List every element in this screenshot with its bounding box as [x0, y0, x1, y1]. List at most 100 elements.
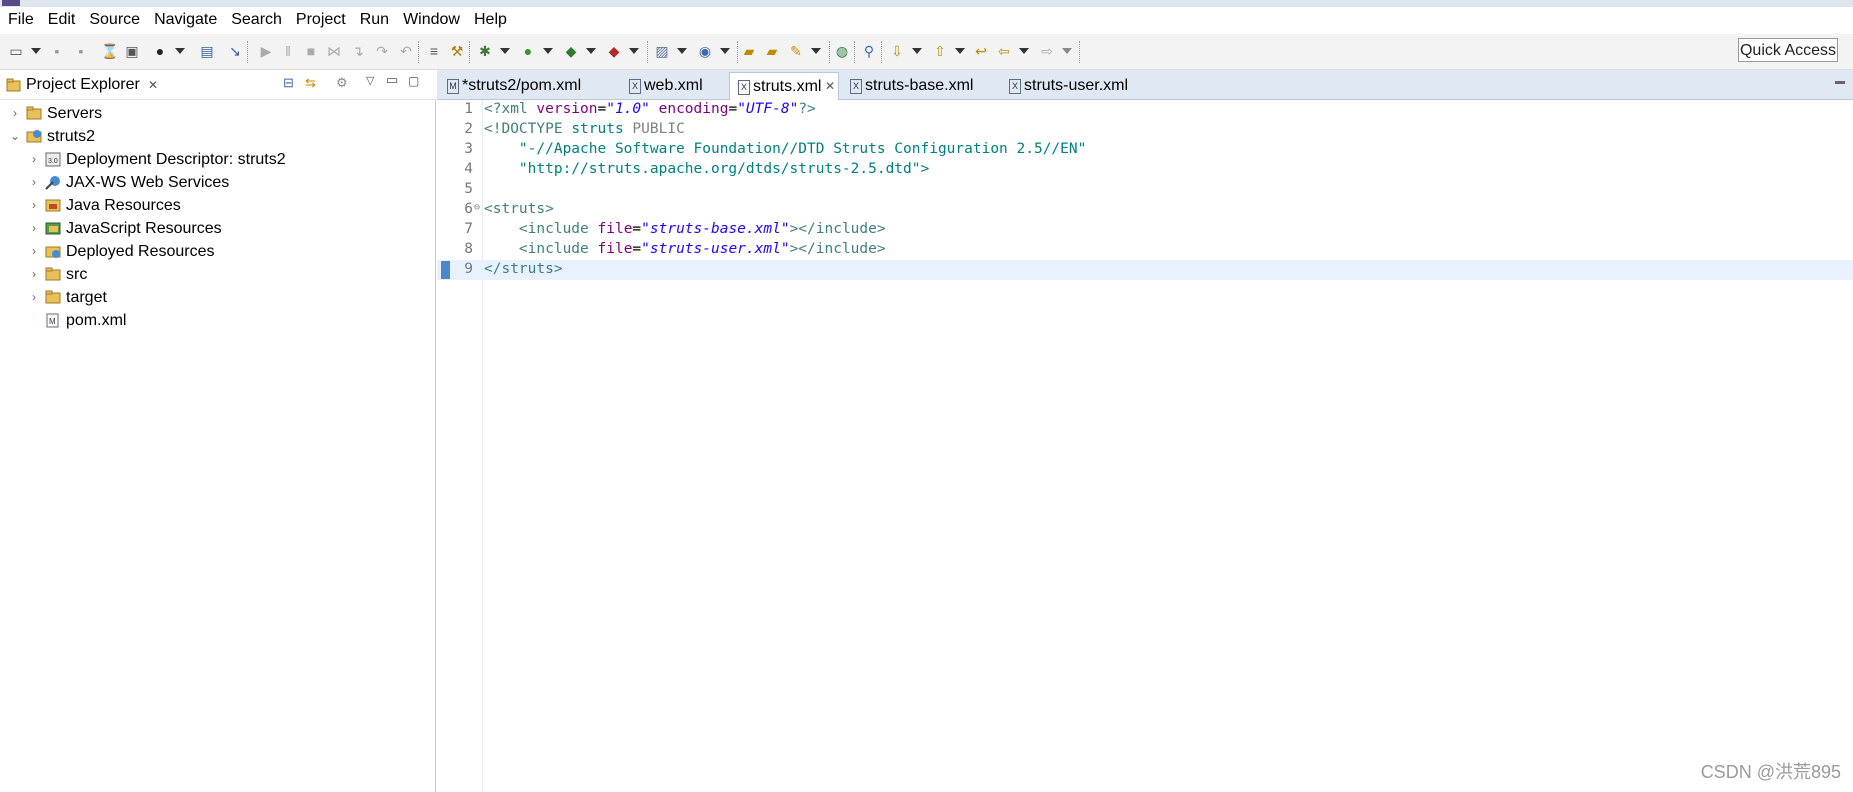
chevron-right-icon[interactable]: › [28, 175, 40, 189]
tree-item-label: src [66, 266, 88, 283]
coverage-dropdown-icon[interactable] [629, 48, 639, 54]
skip-breakpoints-icon[interactable]: ↘ [227, 43, 243, 59]
open-task-icon[interactable]: ✎ [788, 43, 804, 59]
filter-icon[interactable]: ⚙ [336, 75, 348, 91]
collapse-all-icon[interactable]: ⊟ [283, 75, 294, 91]
save-all-icon[interactable]: ▪ [73, 43, 89, 59]
open-type-icon[interactable]: ▰ [741, 43, 757, 59]
build-icon[interactable]: ⌛ [101, 43, 118, 59]
web-browser-icon[interactable]: ◍ [834, 43, 850, 59]
tree-item-jax-ws[interactable]: › JAX-WS Web Services [0, 172, 436, 195]
tab-label: struts.xml [753, 78, 822, 95]
tab-pom-xml[interactable]: M *struts2/pom.xml [439, 72, 599, 100]
tab-web-xml[interactable]: X web.xml [621, 72, 721, 100]
project-tree: › Servers ⌄ struts2 › 3.0 Deployment Des… [0, 103, 436, 333]
forward-dropdown-icon[interactable] [1062, 48, 1072, 54]
code-line: 1 <?xml version="1.0" encoding="UTF-8"?> [437, 100, 1853, 120]
chevron-right-icon[interactable]: › [9, 106, 21, 120]
menu-search[interactable]: Search [224, 11, 289, 29]
disconnect-icon[interactable]: ⋈ [326, 43, 342, 59]
save-icon[interactable]: ▪ [49, 43, 65, 59]
menu-run[interactable]: Run [353, 11, 396, 29]
fold-toggle-icon[interactable]: ⊖ [474, 202, 480, 213]
tree-item-java-resources[interactable]: › Java Resources [0, 195, 436, 218]
search-icon[interactable]: ⚲ [861, 43, 877, 59]
chevron-right-icon[interactable]: › [28, 221, 40, 235]
chevron-right-icon[interactable]: › [28, 267, 40, 281]
profile-dropdown-icon[interactable] [175, 48, 185, 54]
tab-struts-base-xml[interactable]: X struts-base.xml [842, 72, 982, 100]
external-tools-icon[interactable]: ≡ [426, 43, 442, 59]
tree-item-deployed-resources[interactable]: › Deployed Resources [0, 241, 436, 264]
new-icon[interactable]: ▭ [8, 43, 24, 59]
run-dropdown-icon[interactable] [543, 48, 553, 54]
close-icon[interactable]: ✕ [148, 78, 158, 92]
menu-help[interactable]: Help [467, 11, 514, 29]
run-server-dropdown-icon[interactable] [586, 48, 596, 54]
tree-item-javascript-resources[interactable]: › JavaScript Resources [0, 218, 436, 241]
chevron-right-icon[interactable]: › [28, 290, 40, 304]
next-annotation-dropdown-icon[interactable] [912, 48, 922, 54]
line-number: 1 [464, 101, 473, 117]
menu-window[interactable]: Window [396, 11, 467, 29]
javascript-resources-icon [45, 222, 61, 235]
new-class-icon[interactable]: ◉ [697, 43, 713, 59]
debug-dropdown-icon[interactable] [500, 48, 510, 54]
tab-struts-user-xml[interactable]: X struts-user.xml [1001, 72, 1141, 100]
suspend-icon[interactable]: ‖ [280, 43, 296, 59]
new-server-icon[interactable]: ▨ [654, 43, 670, 59]
previous-annotation-dropdown-icon[interactable] [955, 48, 965, 54]
menu-source[interactable]: Source [82, 11, 147, 29]
new-class-dropdown-icon[interactable] [720, 48, 730, 54]
coverage-icon[interactable]: ◆ [606, 43, 622, 59]
quick-access-input[interactable]: Quick Access [1738, 38, 1838, 62]
new-dropdown-icon[interactable] [31, 48, 41, 54]
minimize-icon[interactable]: ▬ [1835, 76, 1845, 87]
maximize-icon[interactable]: ▢ [408, 74, 419, 88]
run-icon[interactable]: ● [520, 43, 536, 59]
profile-icon[interactable]: ● [152, 43, 168, 59]
terminate-icon[interactable]: ■ [303, 43, 319, 59]
step-into-icon[interactable]: ↴ [350, 43, 366, 59]
open-task-dropdown-icon[interactable] [811, 48, 821, 54]
step-return-icon[interactable]: ↶ [398, 43, 414, 59]
chevron-right-icon[interactable]: › [28, 152, 40, 166]
tree-item-target[interactable]: › target [0, 287, 436, 310]
menu-navigate[interactable]: Navigate [147, 11, 224, 29]
resume-icon[interactable]: ▶ [258, 43, 274, 59]
chevron-right-icon[interactable]: › [28, 198, 40, 212]
tree-item-pom-xml[interactable]: M pom.xml [0, 310, 436, 333]
tree-item-struts2[interactable]: ⌄ struts2 [0, 126, 436, 149]
menu-file[interactable]: File [0, 11, 41, 29]
code-editor[interactable]: 1 <?xml version="1.0" encoding="UTF-8"?>… [437, 100, 1853, 792]
tools-icon[interactable]: ⚒ [449, 43, 465, 59]
previous-annotation-icon[interactable]: ⇧ [932, 43, 948, 59]
tab-struts-xml[interactable]: X struts.xml ✕ [729, 72, 839, 100]
new-server-dropdown-icon[interactable] [677, 48, 687, 54]
tree-item-src[interactable]: › src [0, 264, 436, 287]
chevron-down-icon[interactable]: ⌄ [9, 129, 21, 143]
link-with-editor-icon[interactable]: ⇆ [305, 75, 316, 91]
web-services-icon [45, 176, 60, 190]
tree-item-deployment-descriptor[interactable]: › 3.0 Deployment Descriptor: struts2 [0, 149, 436, 172]
debug-icon[interactable]: ✱ [477, 43, 493, 59]
next-annotation-icon[interactable]: ⇩ [889, 43, 905, 59]
run-server-icon[interactable]: ◆ [563, 43, 579, 59]
chevron-right-icon[interactable]: › [28, 244, 40, 258]
back-icon[interactable]: ⇦ [996, 43, 1012, 59]
forward-icon[interactable]: ⇨ [1039, 43, 1055, 59]
open-folder-icon[interactable]: ▰ [764, 43, 780, 59]
last-edit-location-icon[interactable]: ↩ [973, 43, 989, 59]
view-menu-icon[interactable]: ▽ [366, 74, 374, 87]
step-over-icon[interactable]: ↷ [374, 43, 390, 59]
close-icon[interactable]: ✕ [825, 79, 835, 93]
project-explorer-header: Project Explorer ✕ ⊟ ⇆ ⚙ ▽ ▭ ▢ [0, 70, 436, 100]
print-icon[interactable]: ▣ [124, 43, 140, 59]
project-explorer-title: Project Explorer [26, 76, 140, 93]
back-dropdown-icon[interactable] [1019, 48, 1029, 54]
menu-edit[interactable]: Edit [41, 11, 83, 29]
tree-item-servers[interactable]: › Servers [0, 103, 436, 126]
terminal-icon[interactable]: ▤ [199, 43, 215, 59]
minimize-icon[interactable]: ▭ [386, 72, 398, 88]
menu-project[interactable]: Project [289, 11, 353, 29]
